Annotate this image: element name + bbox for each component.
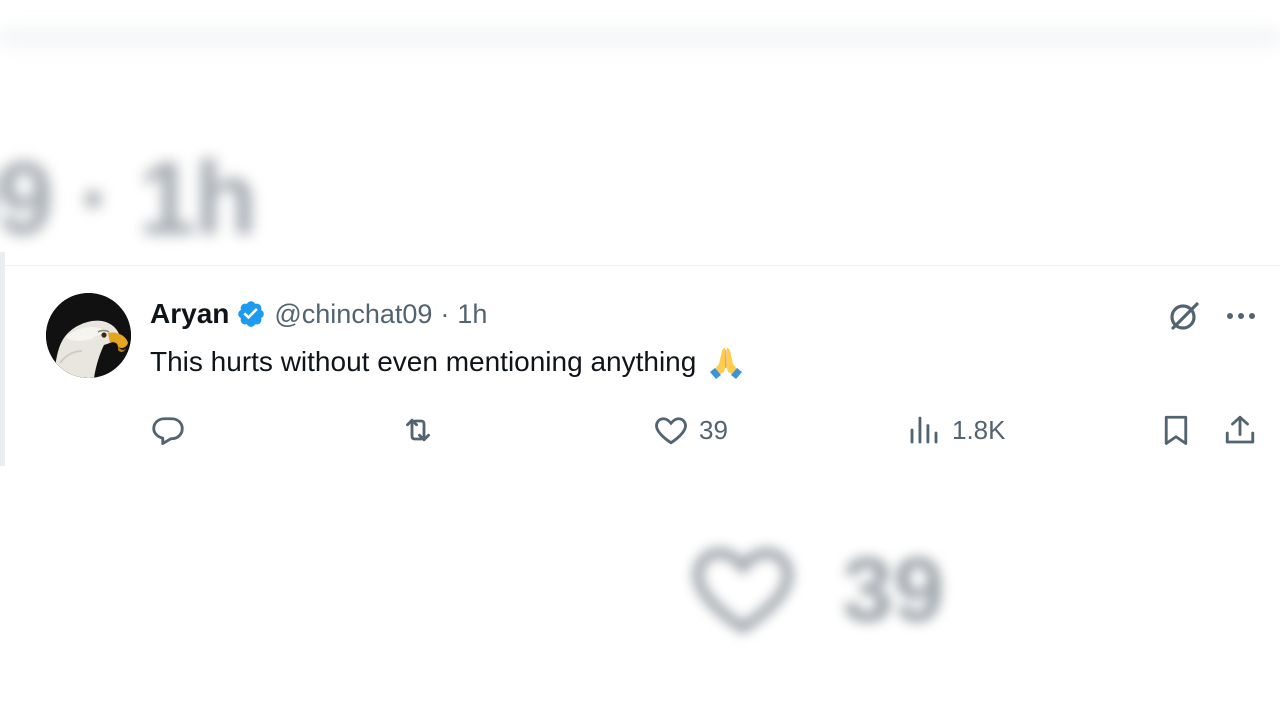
- reply-icon: [150, 412, 186, 448]
- heart-icon: [653, 412, 689, 448]
- views-icon: [906, 412, 942, 448]
- tweet-timestamp[interactable]: 1h: [457, 299, 487, 330]
- bald-eagle-avatar-icon: [46, 293, 131, 378]
- blurred-header-echo: 09 · 1h: [0, 141, 257, 257]
- display-name[interactable]: Aryan: [150, 298, 229, 330]
- tweet-card[interactable]: Aryan @chinchat09 · 1h This hurts withou…: [0, 252, 1280, 466]
- verified-badge-icon[interactable]: [236, 299, 266, 329]
- more-icon[interactable]: [1222, 298, 1260, 334]
- user-handle[interactable]: @chinchat09: [274, 299, 432, 330]
- repost-button[interactable]: [400, 408, 436, 452]
- reply-button[interactable]: [150, 408, 186, 452]
- blurred-background-bar: [0, 28, 1280, 46]
- repost-icon: [400, 412, 436, 448]
- avatar[interactable]: [46, 293, 131, 378]
- like-count: 39: [699, 414, 728, 445]
- bookmark-icon: [1158, 412, 1194, 448]
- tweet-body: This hurts without even mentioning anyth…: [150, 346, 697, 377]
- views-count: 1.8K: [952, 414, 1006, 445]
- blurred-heart-icon: [680, 532, 806, 649]
- tweet-text: This hurts without even mentioning anyth…: [150, 342, 746, 382]
- blurred-like-echo: 39: [680, 532, 944, 649]
- like-button[interactable]: 39: [653, 408, 728, 452]
- tweet-header: Aryan @chinchat09 · 1h: [150, 296, 487, 332]
- views-button[interactable]: 1.8K: [906, 408, 1006, 452]
- folded-hands-icon: [706, 342, 746, 382]
- thread-rule: [0, 252, 5, 466]
- header-separator: ·: [440, 298, 450, 329]
- bookmark-button[interactable]: [1158, 408, 1194, 452]
- screenshot-stage: 09 · 1h 39 Aryan: [0, 0, 1280, 720]
- share-icon: [1222, 412, 1258, 448]
- grok-icon[interactable]: [1164, 296, 1204, 336]
- share-button[interactable]: [1222, 408, 1258, 452]
- blurred-like-count: 39: [842, 539, 945, 641]
